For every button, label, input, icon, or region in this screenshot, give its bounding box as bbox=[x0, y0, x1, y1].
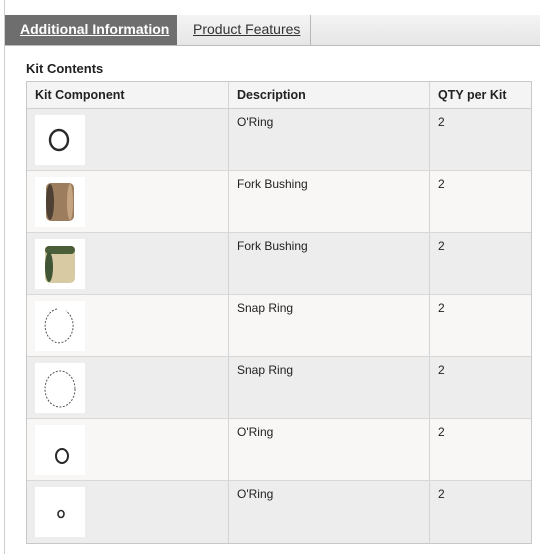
qty-cell: 2 bbox=[438, 239, 445, 253]
qty-cell: 2 bbox=[438, 115, 445, 129]
table-row: O'Ring 2 bbox=[27, 109, 531, 171]
tab-additional-information[interactable]: Additional Information bbox=[5, 15, 177, 45]
table-row: O'Ring 2 bbox=[27, 481, 531, 543]
fork-bushing-dark-icon bbox=[35, 177, 85, 227]
table-row: O'Ring 2 bbox=[27, 419, 531, 481]
table-row: Snap Ring 2 bbox=[27, 295, 531, 357]
column-header-description: Description bbox=[229, 82, 430, 108]
kit-component-cell bbox=[27, 171, 229, 232]
o-ring-tiny-icon bbox=[35, 487, 85, 537]
snap-ring-icon bbox=[35, 363, 85, 413]
o-ring-small-icon bbox=[35, 425, 85, 475]
description-cell: O'Ring bbox=[229, 109, 430, 170]
column-header-kit-component: Kit Component bbox=[27, 82, 229, 108]
table-header: Kit Component Description QTY per Kit bbox=[27, 82, 531, 109]
description-cell: Snap Ring bbox=[229, 295, 430, 356]
table-row: Snap Ring 2 bbox=[27, 357, 531, 419]
tab-product-features[interactable]: Product Features bbox=[178, 15, 311, 45]
description-cell: Fork Bushing bbox=[229, 171, 430, 232]
qty-cell: 2 bbox=[438, 177, 445, 191]
product-detail-panel: Additional Information Product Features … bbox=[4, 0, 540, 554]
kit-component-cell bbox=[27, 419, 229, 480]
fork-bushing-green-icon bbox=[35, 239, 85, 289]
table-row: Fork Bushing 2 bbox=[27, 171, 531, 233]
description-cell: Fork Bushing bbox=[229, 233, 430, 294]
kit-component-cell bbox=[27, 109, 229, 170]
description-cell: O'Ring bbox=[229, 481, 430, 543]
tab-bar: Additional Information Product Features bbox=[5, 15, 540, 46]
description-cell: Snap Ring bbox=[229, 357, 430, 418]
qty-cell: 2 bbox=[438, 363, 445, 377]
kit-component-cell bbox=[27, 357, 229, 418]
qty-cell: 2 bbox=[438, 487, 445, 501]
column-header-qty: QTY per Kit bbox=[438, 88, 507, 102]
kit-contents-table: Kit Component Description QTY per Kit O'… bbox=[26, 81, 532, 544]
kit-component-cell bbox=[27, 481, 229, 543]
qty-cell: 2 bbox=[438, 301, 445, 315]
description-cell: O'Ring bbox=[229, 419, 430, 480]
snap-ring-icon bbox=[35, 301, 85, 351]
kit-component-cell bbox=[27, 233, 229, 294]
section-title: Kit Contents bbox=[26, 61, 104, 76]
qty-cell: 2 bbox=[438, 425, 445, 439]
o-ring-icon bbox=[35, 115, 85, 165]
table-row: Fork Bushing 2 bbox=[27, 233, 531, 295]
kit-component-cell bbox=[27, 295, 229, 356]
